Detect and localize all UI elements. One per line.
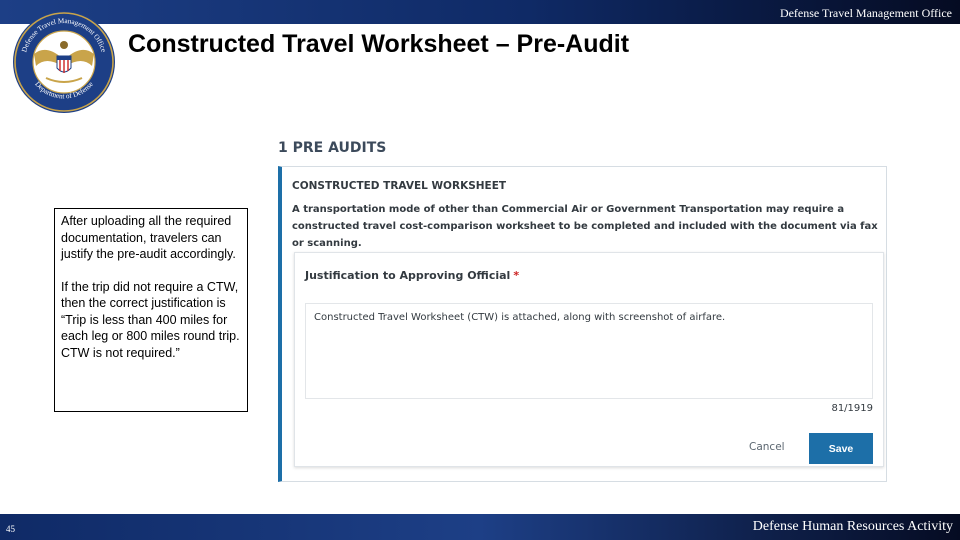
justification-card: Justification to Approving Official * Con… (294, 252, 884, 467)
instruction-callout: After uploading all the required documen… (54, 208, 248, 412)
justification-label-text: Justification to Approving Official (305, 269, 511, 282)
justification-textarea[interactable]: Constructed Travel Worksheet (CTW) is at… (305, 303, 873, 399)
justification-label: Justification to Approving Official * (305, 269, 519, 282)
bottom-footer-bar: 45 Defense Human Resources Activity (0, 514, 960, 540)
character-count: 81/1919 (831, 403, 873, 414)
callout-paragraph-upload: After uploading all the required documen… (61, 214, 236, 261)
ctw-heading: CONSTRUCTED TRAVEL WORKSHEET (292, 180, 507, 192)
dod-seal-icon: Defense Travel Management Office Departm… (13, 11, 115, 113)
footer-organization: Defense Human Resources Activity (752, 519, 953, 534)
required-marker: * (513, 269, 520, 282)
ctw-description: A transportation mode of other than Comm… (292, 204, 878, 249)
ctw-panel: CONSTRUCTED TRAVEL WORKSHEET A transport… (278, 166, 887, 482)
slide-title: Constructed Travel Worksheet – Pre-Audit (128, 30, 630, 58)
pre-audits-screenshot: 1 PRE AUDITS CONSTRUCTED TRAVEL WORKSHEE… (274, 134, 892, 486)
save-button[interactable]: Save (809, 433, 873, 464)
top-header-bar: Defense Travel Management Office (0, 0, 960, 24)
cancel-button[interactable]: Cancel (749, 441, 785, 453)
callout-paragraph-no-ctw: If the trip did not require a CTW, then … (61, 279, 240, 360)
slide-number: 45 (6, 524, 15, 534)
office-name: Defense Travel Management Office (779, 6, 952, 20)
pre-audits-heading: 1 PRE AUDITS (278, 140, 387, 156)
